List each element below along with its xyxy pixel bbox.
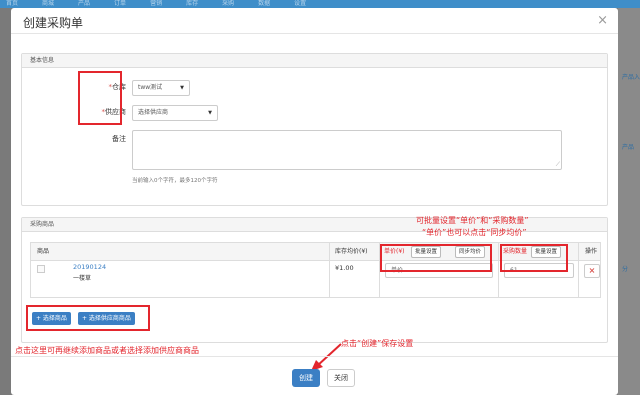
basic-info-title: 基本信息: [22, 54, 607, 68]
col-product: 商品: [37, 248, 50, 255]
resize-grip-icon[interactable]: ⟋: [556, 161, 560, 169]
bg-nav-item: 营销: [150, 0, 163, 7]
column-divider: [498, 243, 499, 297]
annotation-box-quantity: [500, 244, 568, 272]
create-button[interactable]: 创建: [292, 369, 320, 387]
notes-textarea[interactable]: ⟋: [132, 130, 562, 170]
basic-info-panel: 基本信息 *仓库 tww测试 ▼ *供应商 选择供应商 ▼ 备注 ⟋ 当前输入0…: [21, 53, 608, 206]
background-right-panel: 产品入 产品 分: [618, 8, 640, 395]
chevron-down-icon: ▼: [208, 110, 212, 116]
annotation-add-products: 点击这里可再继续添加商品或者选择添加供应商商品: [15, 346, 199, 355]
modal-header: 创建采购单 ×: [11, 8, 618, 34]
bg-nav-item: 订单: [114, 0, 127, 7]
bg-side-label: 产品入: [622, 74, 640, 81]
col-avg-cost: 库存均价(¥): [335, 248, 368, 255]
annotation-batch-line2: “单价”也可以点击“同步均价”: [422, 228, 527, 237]
delete-row-button[interactable]: ×: [584, 264, 600, 278]
notes-label: 备注: [112, 135, 126, 143]
column-divider: [578, 243, 579, 297]
bg-side-label: 产品: [622, 144, 635, 151]
warehouse-select[interactable]: tww测试 ▼: [132, 80, 190, 96]
bg-nav-item: 采购: [222, 0, 235, 7]
col-action: 操作: [585, 248, 598, 255]
bg-nav-item: 首页: [6, 0, 19, 7]
close-icon[interactable]: ×: [597, 13, 608, 28]
annotation-box-add-buttons: [26, 305, 150, 331]
product-name: 一楼草: [73, 275, 92, 282]
annotation-box-unit-price: [380, 244, 492, 272]
modal-footer: 创建 关闭: [11, 356, 618, 395]
background-nav: 首页 商城 产品 订单 营销 库存 采购 数据 设置: [0, 0, 640, 8]
annotation-box-warehouse-supplier: [78, 71, 122, 125]
bg-nav-item: 产品: [78, 0, 91, 7]
bg-nav-item: 设置: [294, 0, 307, 7]
modal-title: 创建采购单: [23, 16, 84, 30]
create-purchase-order-modal: 创建采购单 × 基本信息 *仓库 tww测试 ▼ *供应商 选择供应商 ▼ 备注…: [11, 8, 618, 395]
bg-side-label: 分: [622, 266, 629, 273]
notes-hint: 当前输入0个字符，最多120个字符: [132, 178, 218, 184]
product-code-link[interactable]: 20190124: [73, 263, 106, 271]
annotation-batch-line1: 可批量设置“单价”和“采购数量”: [416, 216, 529, 225]
close-button[interactable]: 关闭: [327, 369, 355, 387]
column-divider: [329, 243, 330, 297]
warehouse-value: tww测试: [138, 84, 163, 91]
bg-nav-item: 数据: [258, 0, 271, 7]
avg-cost-value: ¥1.00: [335, 264, 354, 272]
bg-nav-item: 库存: [186, 0, 199, 7]
chevron-down-icon: ▼: [180, 85, 184, 91]
annotation-create: 点击“创建”保存设置: [341, 339, 414, 348]
bg-nav-item: 商城: [42, 0, 55, 7]
supplier-value: 选择供应商: [138, 109, 169, 116]
product-image-icon: [37, 265, 45, 273]
supplier-select[interactable]: 选择供应商 ▼: [132, 105, 218, 121]
